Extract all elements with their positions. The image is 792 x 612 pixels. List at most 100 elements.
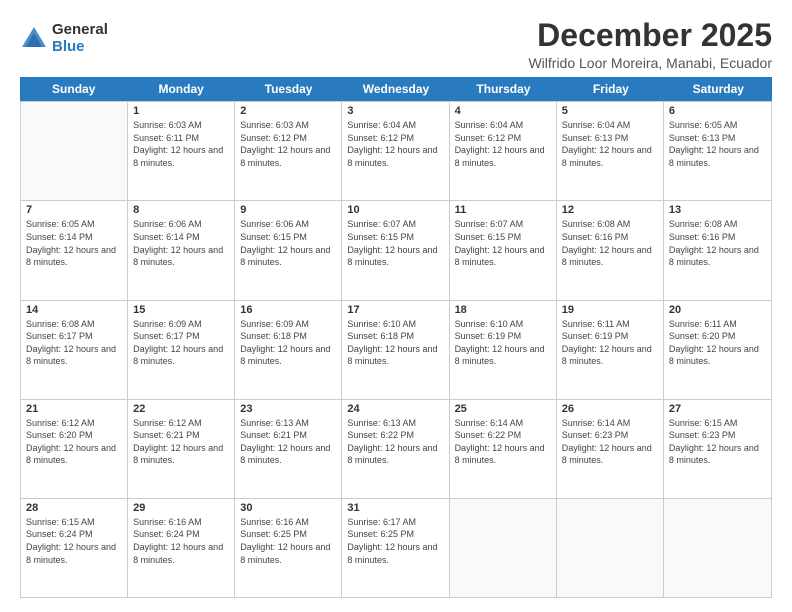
calendar-cell: 25 Sunrise: 6:14 AM Sunset: 6:22 PM Dayli… [450,400,557,498]
day-info: Sunrise: 6:13 AM Sunset: 6:21 PM Dayligh… [240,417,336,467]
calendar-cell: 27Sunrise: 6:15 AM Sunset: 6:23 PM Dayli… [664,400,771,498]
day-info: Sunrise: 6:07 AM Sunset: 6:15 PM Dayligh… [455,218,551,268]
day-info: Sunrise: 6:09 AM Sunset: 6:17 PM Dayligh… [133,318,229,368]
calendar-cell: 12 Sunrise: 6:08 AM Sunset: 6:16 PM Dayli… [557,201,664,299]
day-info: Sunrise: 6:04 AM Sunset: 6:13 PM Dayligh… [562,119,658,169]
calendar-cell: 5 Sunrise: 6:04 AM Sunset: 6:13 PM Daylig… [557,102,664,200]
day-number: 26 [562,403,658,415]
calendar-cell: 31 Sunrise: 6:17 AM Sunset: 6:25 PM Dayli… [342,499,449,597]
day-number: 25 [455,403,551,415]
calendar-cell: 6Sunrise: 6:05 AM Sunset: 6:13 PM Daylig… [664,102,771,200]
day-number: 29 [133,502,229,514]
header-day-sunday: Sunday [20,77,127,101]
day-info: Sunrise: 6:06 AM Sunset: 6:15 PM Dayligh… [240,218,336,268]
day-number: 21 [26,403,122,415]
calendar-row-4: 28Sunrise: 6:15 AM Sunset: 6:24 PM Dayli… [21,498,771,597]
day-info: Sunrise: 6:14 AM Sunset: 6:22 PM Dayligh… [455,417,551,467]
calendar-cell: 18 Sunrise: 6:10 AM Sunset: 6:19 PM Dayli… [450,301,557,399]
header: General Blue December 2025 Wilfrido Loor… [20,18,772,71]
day-number: 30 [240,502,336,514]
calendar-row-1: 7 Sunrise: 6:05 AM Sunset: 6:14 PM Daylig… [21,200,771,299]
calendar-cell: 20 Sunrise: 6:11 AM Sunset: 6:20 PM Dayli… [664,301,771,399]
day-info: Sunrise: 6:10 AM Sunset: 6:19 PM Dayligh… [455,318,551,368]
day-info: Sunrise: 6:12 AM Sunset: 6:21 PM Dayligh… [133,417,229,467]
calendar-row-3: 21 Sunrise: 6:12 AM Sunset: 6:20 PM Dayli… [21,399,771,498]
calendar: SundayMondayTuesdayWednesdayThursdayFrid… [20,77,772,598]
day-number: 31 [347,502,443,514]
calendar-cell: 24Sunrise: 6:13 AM Sunset: 6:22 PM Dayli… [342,400,449,498]
day-info: Sunrise: 6:17 AM Sunset: 6:25 PM Dayligh… [347,516,443,566]
calendar-cell: 3Sunrise: 6:04 AM Sunset: 6:12 PM Daylig… [342,102,449,200]
calendar-cell: 4 Sunrise: 6:04 AM Sunset: 6:12 PM Daylig… [450,102,557,200]
calendar-cell: 10 Sunrise: 6:07 AM Sunset: 6:15 PM Dayli… [342,201,449,299]
day-info: Sunrise: 6:11 AM Sunset: 6:20 PM Dayligh… [669,318,766,368]
day-info: Sunrise: 6:04 AM Sunset: 6:12 PM Dayligh… [455,119,551,169]
calendar-header: SundayMondayTuesdayWednesdayThursdayFrid… [20,77,772,101]
calendar-cell: 14 Sunrise: 6:08 AM Sunset: 6:17 PM Dayli… [21,301,128,399]
calendar-cell: 15Sunrise: 6:09 AM Sunset: 6:17 PM Dayli… [128,301,235,399]
logo: General Blue [20,22,108,55]
day-info: Sunrise: 6:03 AM Sunset: 6:12 PM Dayligh… [240,119,336,169]
day-info: Sunrise: 6:05 AM Sunset: 6:14 PM Dayligh… [26,218,122,268]
day-number: 23 [240,403,336,415]
day-number: 19 [562,304,658,316]
day-number: 18 [455,304,551,316]
calendar-cell: 2 Sunrise: 6:03 AM Sunset: 6:12 PM Daylig… [235,102,342,200]
logo-general: General [52,22,108,39]
day-number: 20 [669,304,766,316]
calendar-cell: 22Sunrise: 6:12 AM Sunset: 6:21 PM Dayli… [128,400,235,498]
day-info: Sunrise: 6:06 AM Sunset: 6:14 PM Dayligh… [133,218,229,268]
main-title: December 2025 [528,18,772,53]
day-info: Sunrise: 6:08 AM Sunset: 6:16 PM Dayligh… [562,218,658,268]
header-day-monday: Monday [127,77,234,101]
calendar-cell: 28Sunrise: 6:15 AM Sunset: 6:24 PM Dayli… [21,499,128,597]
calendar-row-0: 1 Sunrise: 6:03 AM Sunset: 6:11 PM Daylig… [21,101,771,200]
day-number: 8 [133,204,229,216]
header-day-saturday: Saturday [665,77,772,101]
calendar-cell [450,499,557,597]
calendar-cell: 11 Sunrise: 6:07 AM Sunset: 6:15 PM Dayli… [450,201,557,299]
day-number: 13 [669,204,766,216]
day-info: Sunrise: 6:14 AM Sunset: 6:23 PM Dayligh… [562,417,658,467]
day-info: Sunrise: 6:03 AM Sunset: 6:11 PM Dayligh… [133,119,229,169]
calendar-cell: 9 Sunrise: 6:06 AM Sunset: 6:15 PM Daylig… [235,201,342,299]
day-info: Sunrise: 6:16 AM Sunset: 6:24 PM Dayligh… [133,516,229,566]
day-number: 4 [455,105,551,117]
day-number: 5 [562,105,658,117]
logo-blue: Blue [52,39,108,56]
day-info: Sunrise: 6:15 AM Sunset: 6:23 PM Dayligh… [669,417,766,467]
day-info: Sunrise: 6:09 AM Sunset: 6:18 PM Dayligh… [240,318,336,368]
calendar-cell: 26 Sunrise: 6:14 AM Sunset: 6:23 PM Dayli… [557,400,664,498]
header-day-wednesday: Wednesday [342,77,449,101]
calendar-row-2: 14 Sunrise: 6:08 AM Sunset: 6:17 PM Dayli… [21,300,771,399]
logo-icon [20,25,48,53]
title-block: December 2025 Wilfrido Loor Moreira, Man… [528,18,772,71]
day-number: 6 [669,105,766,117]
day-number: 7 [26,204,122,216]
day-number: 28 [26,502,122,514]
day-number: 24 [347,403,443,415]
calendar-cell: 19Sunrise: 6:11 AM Sunset: 6:19 PM Dayli… [557,301,664,399]
day-number: 12 [562,204,658,216]
calendar-cell [664,499,771,597]
day-info: Sunrise: 6:07 AM Sunset: 6:15 PM Dayligh… [347,218,443,268]
calendar-cell: 30Sunrise: 6:16 AM Sunset: 6:25 PM Dayli… [235,499,342,597]
calendar-cell: 16 Sunrise: 6:09 AM Sunset: 6:18 PM Dayli… [235,301,342,399]
day-number: 11 [455,204,551,216]
day-number: 10 [347,204,443,216]
calendar-cell: 21 Sunrise: 6:12 AM Sunset: 6:20 PM Dayli… [21,400,128,498]
day-info: Sunrise: 6:04 AM Sunset: 6:12 PM Dayligh… [347,119,443,169]
day-number: 9 [240,204,336,216]
day-info: Sunrise: 6:08 AM Sunset: 6:17 PM Dayligh… [26,318,122,368]
calendar-cell: 17Sunrise: 6:10 AM Sunset: 6:18 PM Dayli… [342,301,449,399]
calendar-cell [557,499,664,597]
day-number: 14 [26,304,122,316]
day-number: 16 [240,304,336,316]
calendar-cell: 1 Sunrise: 6:03 AM Sunset: 6:11 PM Daylig… [128,102,235,200]
calendar-cell: 29 Sunrise: 6:16 AM Sunset: 6:24 PM Dayli… [128,499,235,597]
day-number: 1 [133,105,229,117]
day-number: 2 [240,105,336,117]
calendar-body: 1 Sunrise: 6:03 AM Sunset: 6:11 PM Daylig… [20,101,772,598]
day-number: 17 [347,304,443,316]
day-info: Sunrise: 6:12 AM Sunset: 6:20 PM Dayligh… [26,417,122,467]
